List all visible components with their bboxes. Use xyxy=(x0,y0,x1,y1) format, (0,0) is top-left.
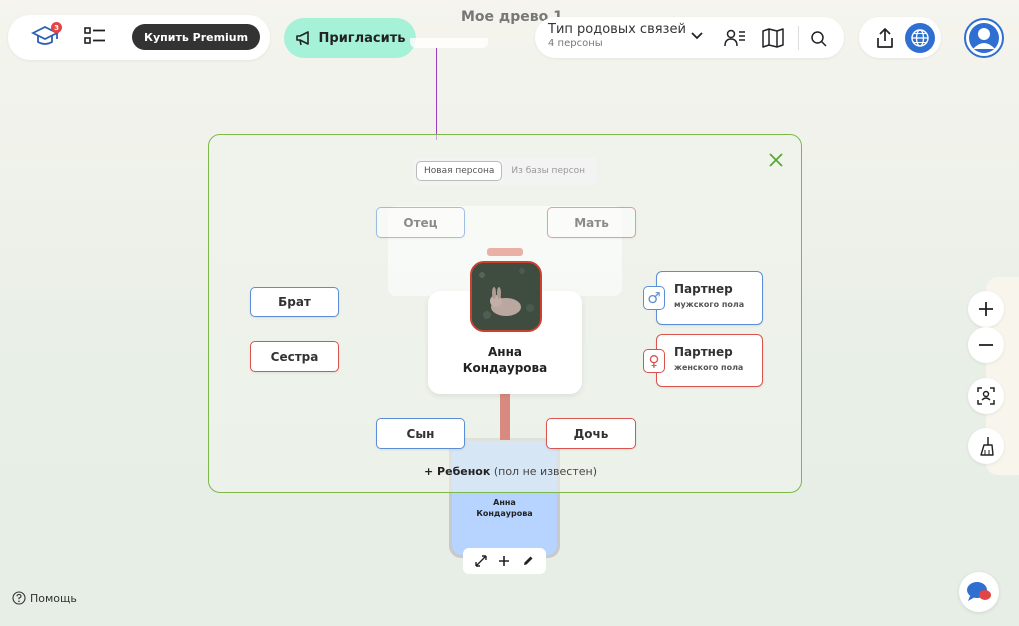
add-female-partner-button[interactable]: Партнер женского пола xyxy=(656,334,763,387)
chat-support-button[interactable] xyxy=(959,572,999,612)
expand-icon xyxy=(475,555,487,567)
person-source-tabs: Новая персона Из базы персон xyxy=(413,157,597,185)
rabbit-photo-icon xyxy=(472,263,540,330)
search-icon xyxy=(811,31,827,47)
person-last-name: Кондаурова xyxy=(462,361,548,375)
toolbar-divider xyxy=(798,26,799,50)
tree-title-underline-card xyxy=(410,38,488,48)
expand-button[interactable] xyxy=(475,555,487,567)
close-panel-button[interactable] xyxy=(766,150,786,170)
person-first-name: Анна xyxy=(488,345,522,359)
zoom-out-button[interactable] xyxy=(968,327,1004,363)
male-symbol-icon: ♂ xyxy=(643,286,665,310)
pencil-icon xyxy=(524,556,533,565)
plus-icon xyxy=(499,556,510,566)
invite-button[interactable]: Пригласить xyxy=(284,18,416,58)
edit-button[interactable] xyxy=(522,555,534,567)
persons-count: 4 персоны xyxy=(548,38,603,49)
avatar-icon xyxy=(969,23,999,53)
add-button[interactable] xyxy=(498,555,510,567)
chat-bubbles-icon xyxy=(967,582,991,601)
add-brother-button[interactable]: Брат xyxy=(250,287,339,317)
share-button[interactable] xyxy=(872,24,898,52)
megaphone-icon xyxy=(295,31,309,46)
close-icon xyxy=(769,153,783,167)
person-photo xyxy=(470,261,542,332)
focus-person-icon xyxy=(977,387,995,405)
list-icon xyxy=(84,27,105,44)
list-view-button[interactable] xyxy=(82,24,108,48)
faded-connector xyxy=(487,248,523,256)
female-partner-subtitle: женского пола xyxy=(674,363,744,372)
education-button[interactable]: 3 xyxy=(28,22,62,50)
background-card-last-name: Кондаурова xyxy=(476,509,533,518)
add-mother-button[interactable]: Мать xyxy=(547,207,636,238)
share-icon xyxy=(877,28,893,48)
notification-badge: 3 xyxy=(51,22,62,33)
female-symbol-icon: ♀ xyxy=(643,349,665,373)
broom-icon xyxy=(980,437,994,456)
persons-list-button[interactable] xyxy=(722,26,748,50)
add-sister-button[interactable]: Сестра xyxy=(250,341,339,372)
user-avatar-button[interactable] xyxy=(964,18,1004,58)
add-father-button[interactable]: Отец xyxy=(376,207,465,238)
globe-icon xyxy=(911,29,929,47)
zoom-in-button[interactable] xyxy=(968,291,1004,327)
minus-icon xyxy=(979,344,993,346)
add-daughter-button[interactable]: Дочь xyxy=(546,418,636,449)
help-label: Помощь xyxy=(30,591,77,605)
buy-premium-button[interactable]: Купить Premium xyxy=(132,24,261,50)
male-partner-title: Партнер xyxy=(674,282,733,296)
plus-icon xyxy=(979,302,993,316)
help-link[interactable]: Помощь xyxy=(12,591,77,605)
tree-connector-line xyxy=(436,48,437,140)
tab-new-person[interactable]: Новая персона xyxy=(416,161,503,181)
relation-type-dropdown[interactable]: Тип родовых связей 4 персоны xyxy=(548,22,710,54)
person-list-icon xyxy=(724,29,745,47)
relation-type-label: Тип родовых связей xyxy=(548,22,686,37)
map-icon xyxy=(762,28,784,48)
clean-tree-button[interactable] xyxy=(968,428,1004,464)
add-son-button[interactable]: Сын xyxy=(376,418,465,449)
background-card-actions xyxy=(463,548,546,574)
question-circle-icon xyxy=(12,591,26,605)
add-child-note: (пол не известен) xyxy=(493,465,597,478)
center-view-button[interactable] xyxy=(968,378,1004,414)
background-card-first-name: Анна xyxy=(493,498,516,507)
add-child-unknown-button[interactable]: + Ребенок (пол не известен) xyxy=(424,465,597,478)
chevron-down-icon xyxy=(691,32,703,40)
faded-child-connector xyxy=(500,392,510,440)
female-partner-title: Партнер xyxy=(674,345,733,359)
add-male-partner-button[interactable]: Партнер мужского пола xyxy=(656,271,763,325)
invite-label: Пригласить xyxy=(318,30,406,46)
map-button[interactable] xyxy=(760,26,786,50)
tab-from-database[interactable]: Из базы персон xyxy=(504,161,592,181)
language-button[interactable] xyxy=(905,23,935,53)
search-button[interactable] xyxy=(808,28,830,50)
male-partner-subtitle: мужского пола xyxy=(674,300,745,309)
add-child-label: + Ребенок xyxy=(424,465,491,478)
